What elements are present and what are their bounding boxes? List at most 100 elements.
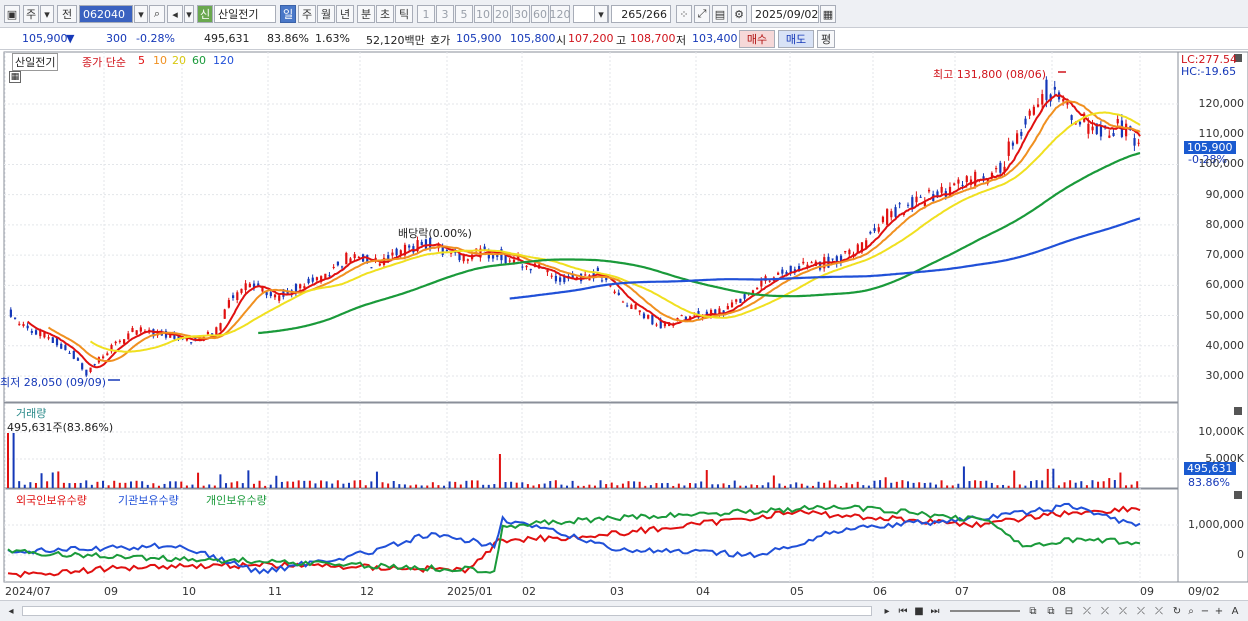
period-year[interactable]: 년 <box>336 5 354 23</box>
window-icon[interactable]: ▣ <box>4 5 20 23</box>
volume-bar <box>1046 468 1049 488</box>
volume-bar <box>839 485 842 488</box>
candle-body <box>907 204 910 206</box>
candle-body <box>898 203 901 205</box>
table-icon[interactable]: ▦ <box>9 71 21 83</box>
date-tick: 05 <box>790 585 804 598</box>
chart-area[interactable] <box>0 50 1248 600</box>
draw4-icon[interactable]: ⤫ <box>1134 604 1148 618</box>
first-icon[interactable]: ⏮ <box>896 604 910 618</box>
stock-code-input[interactable]: 062040 <box>79 5 133 23</box>
refresh-icon[interactable]: ↻ <box>1170 604 1184 618</box>
volume-bar <box>884 477 887 488</box>
calendar-icon[interactable]: ▦ <box>820 5 836 23</box>
volume-bar <box>655 483 658 488</box>
candle-body <box>420 241 423 246</box>
plus-icon[interactable]: + <box>1212 604 1226 618</box>
period-week[interactable]: 주 <box>298 5 316 23</box>
period-month[interactable]: 월 <box>317 5 335 23</box>
period-tick[interactable]: 틱 <box>395 5 413 23</box>
volume-bar <box>90 484 93 488</box>
minute-1[interactable]: 1 <box>417 5 435 23</box>
volume-bar <box>828 480 831 488</box>
period-day[interactable]: 일 <box>280 5 296 23</box>
candle-body <box>894 207 897 217</box>
eval-button[interactable]: 평 <box>817 30 835 48</box>
crosshair-icon[interactable]: ⤢ <box>694 5 710 23</box>
volume-bar <box>1119 472 1122 488</box>
volume-bar <box>325 481 328 488</box>
gear-icon[interactable]: ⚙ <box>731 5 747 23</box>
draw3-icon[interactable]: ⤫ <box>1116 604 1130 618</box>
volume-bar <box>420 485 423 488</box>
candle-body <box>886 209 889 225</box>
save-icon[interactable]: ▤ <box>712 5 728 23</box>
stop-icon[interactable]: ■ <box>912 604 926 618</box>
chevron-down-icon[interactable]: ▾ <box>40 5 54 23</box>
volume-bar <box>1125 485 1128 488</box>
font-size-icon[interactable]: A <box>1228 604 1242 618</box>
draw-icon[interactable]: ⤫ <box>1080 604 1094 618</box>
minute-20[interactable]: 20 <box>493 5 511 23</box>
stock-name-field[interactable]: 산일전기 <box>214 5 276 23</box>
period-minute[interactable]: 분 <box>357 5 375 23</box>
volume-bar <box>532 485 535 488</box>
candle-body <box>756 287 759 290</box>
volume: 495,631 <box>204 32 250 45</box>
candle-body <box>613 291 616 294</box>
prev-button[interactable]: 전 <box>57 5 77 23</box>
minute-10[interactable]: 10 <box>474 5 492 23</box>
volume-bar <box>638 481 641 488</box>
volume-bar <box>269 484 272 488</box>
minute-60[interactable]: 60 <box>531 5 549 23</box>
scroll-right-icon[interactable]: ▸ <box>880 604 894 618</box>
search-icon[interactable]: ⌕ <box>149 5 165 23</box>
horizontal-scrollbar[interactable] <box>22 606 872 616</box>
copy2-icon[interactable]: ⧉ <box>1044 604 1058 618</box>
draw2-icon[interactable]: ⤫ <box>1098 604 1112 618</box>
pin-icon[interactable]: ⊟ <box>1062 604 1076 618</box>
minute-120[interactable]: 120 <box>550 5 571 23</box>
zoom-icon[interactable]: ⌕ <box>1184 604 1198 618</box>
volume-bar <box>767 482 770 488</box>
minute-5[interactable]: 5 <box>455 5 473 23</box>
candle-body <box>743 294 746 299</box>
volume-bar <box>1057 485 1060 488</box>
minute-30[interactable]: 30 <box>512 5 530 23</box>
candle-body <box>311 277 314 282</box>
date-tick: 09 <box>104 585 118 598</box>
current-price: 105,900 <box>22 32 68 45</box>
sell-button[interactable]: 매도 <box>778 30 814 48</box>
chevron-down-icon[interactable]: ▾ <box>594 5 608 23</box>
volume-bar <box>62 482 65 488</box>
market-select[interactable]: 주 <box>23 5 39 23</box>
candle-body <box>60 343 63 349</box>
volume-bar <box>493 484 496 488</box>
volume-bar <box>169 481 172 488</box>
minus-icon[interactable]: − <box>1198 604 1212 618</box>
draw5-icon[interactable]: ⤫ <box>1152 604 1166 618</box>
volume-bar <box>823 482 826 488</box>
bar-count-field[interactable]: 265/266 <box>611 5 671 23</box>
candle-body <box>122 339 126 344</box>
volume-bar <box>398 484 401 488</box>
zoom-slider[interactable] <box>950 610 1020 612</box>
candle-body <box>93 364 96 366</box>
bid-price: 105,800 <box>510 32 556 45</box>
last-icon[interactable]: ⏭ <box>928 604 942 618</box>
buy-button[interactable]: 매수 <box>739 30 775 48</box>
candle-body <box>1020 131 1023 136</box>
copy-icon[interactable]: ⧉ <box>1026 604 1040 618</box>
period-second[interactable]: 초 <box>376 5 394 23</box>
volume-bar <box>683 485 686 488</box>
volume-bar <box>605 484 608 488</box>
minute-3[interactable]: 3 <box>436 5 454 23</box>
volume-bar <box>571 480 574 488</box>
code-dropdown-icon[interactable]: ▾ <box>134 5 148 23</box>
chevron-down-icon[interactable]: ▾ <box>184 5 194 23</box>
grid-icon[interactable]: ⁘ <box>676 5 692 23</box>
scroll-left-icon[interactable]: ◂ <box>4 604 18 618</box>
date-input[interactable]: 2025/09/02 <box>751 5 819 23</box>
volume-bar <box>1069 480 1072 488</box>
speaker-icon[interactable]: ◂ <box>167 5 183 23</box>
